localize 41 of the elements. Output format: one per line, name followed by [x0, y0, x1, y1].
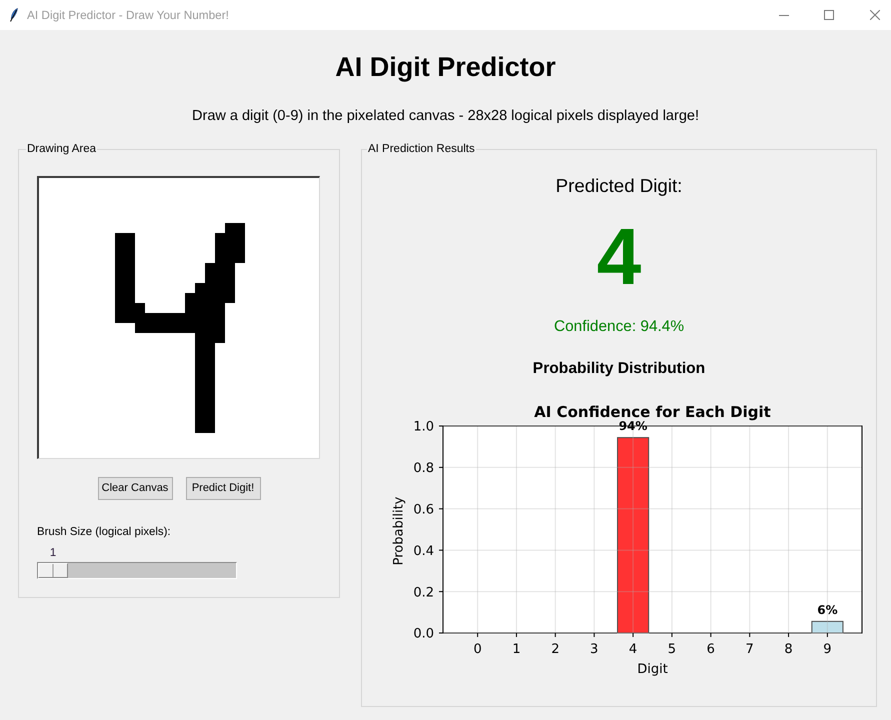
x-axis-label: Digit	[637, 662, 668, 677]
panel-title: AI Prediction Results	[367, 142, 476, 156]
confidence-text: Confidence: 94.4%	[554, 317, 684, 337]
app-subtitle: Draw a digit (0-9) in the pixelated canvas - 28x28 logical pixels displayed large!	[192, 107, 699, 125]
predicted-digit-label: Predicted Digit:	[556, 175, 682, 197]
y-tick-label: 0.4	[413, 544, 434, 559]
window-title: AI Digit Predictor - Draw Your Number!	[27, 8, 229, 22]
x-tick-label: 4	[628, 642, 638, 657]
drawing-canvas[interactable]	[37, 176, 320, 459]
brush-size-slider[interactable]	[37, 562, 237, 579]
x-tick-label: 3	[590, 642, 598, 657]
chart-title: AI Confidence for Each Digit	[534, 403, 771, 421]
clear-canvas-button[interactable]: Clear Canvas	[98, 477, 172, 500]
x-tick-label: 5	[668, 642, 676, 657]
y-tick-label: 1.0	[413, 420, 434, 435]
y-tick-label: 0.0	[413, 626, 434, 642]
slider-value: 1	[50, 546, 56, 560]
x-tick-label: 6	[706, 642, 715, 657]
x-tick-label: 9	[823, 642, 832, 657]
maximize-icon[interactable]	[824, 10, 834, 20]
y-axis-label: Probability	[392, 496, 406, 566]
app-title: AI Digit Predictor	[335, 51, 556, 83]
x-tick-label: 2	[551, 642, 560, 657]
slider-thumb[interactable]	[38, 563, 68, 578]
bar	[811, 620, 844, 634]
y-tick-label: 0.8	[413, 461, 434, 476]
distribution-title: Probability Distribution	[532, 359, 706, 379]
y-tick-label: 0.2	[413, 585, 434, 600]
predicted-digit: 4	[596, 217, 642, 297]
predict-digit-button[interactable]: Predict Digit!	[186, 477, 260, 500]
x-tick-label: 0	[473, 642, 482, 657]
minimize-icon[interactable]	[779, 14, 789, 16]
y-tick-label: 0.6	[413, 502, 434, 518]
panel-title: Drawing Area	[26, 142, 98, 156]
brush-size-label: Brush Size (logical pixels):	[37, 525, 171, 539]
close-icon[interactable]	[870, 10, 880, 20]
x-tick-label: 8	[784, 642, 793, 657]
x-tick-label: 1	[512, 642, 521, 657]
bar-value-label: 6%	[817, 602, 838, 617]
x-tick-label: 7	[746, 642, 754, 657]
feather-icon	[10, 8, 18, 22]
